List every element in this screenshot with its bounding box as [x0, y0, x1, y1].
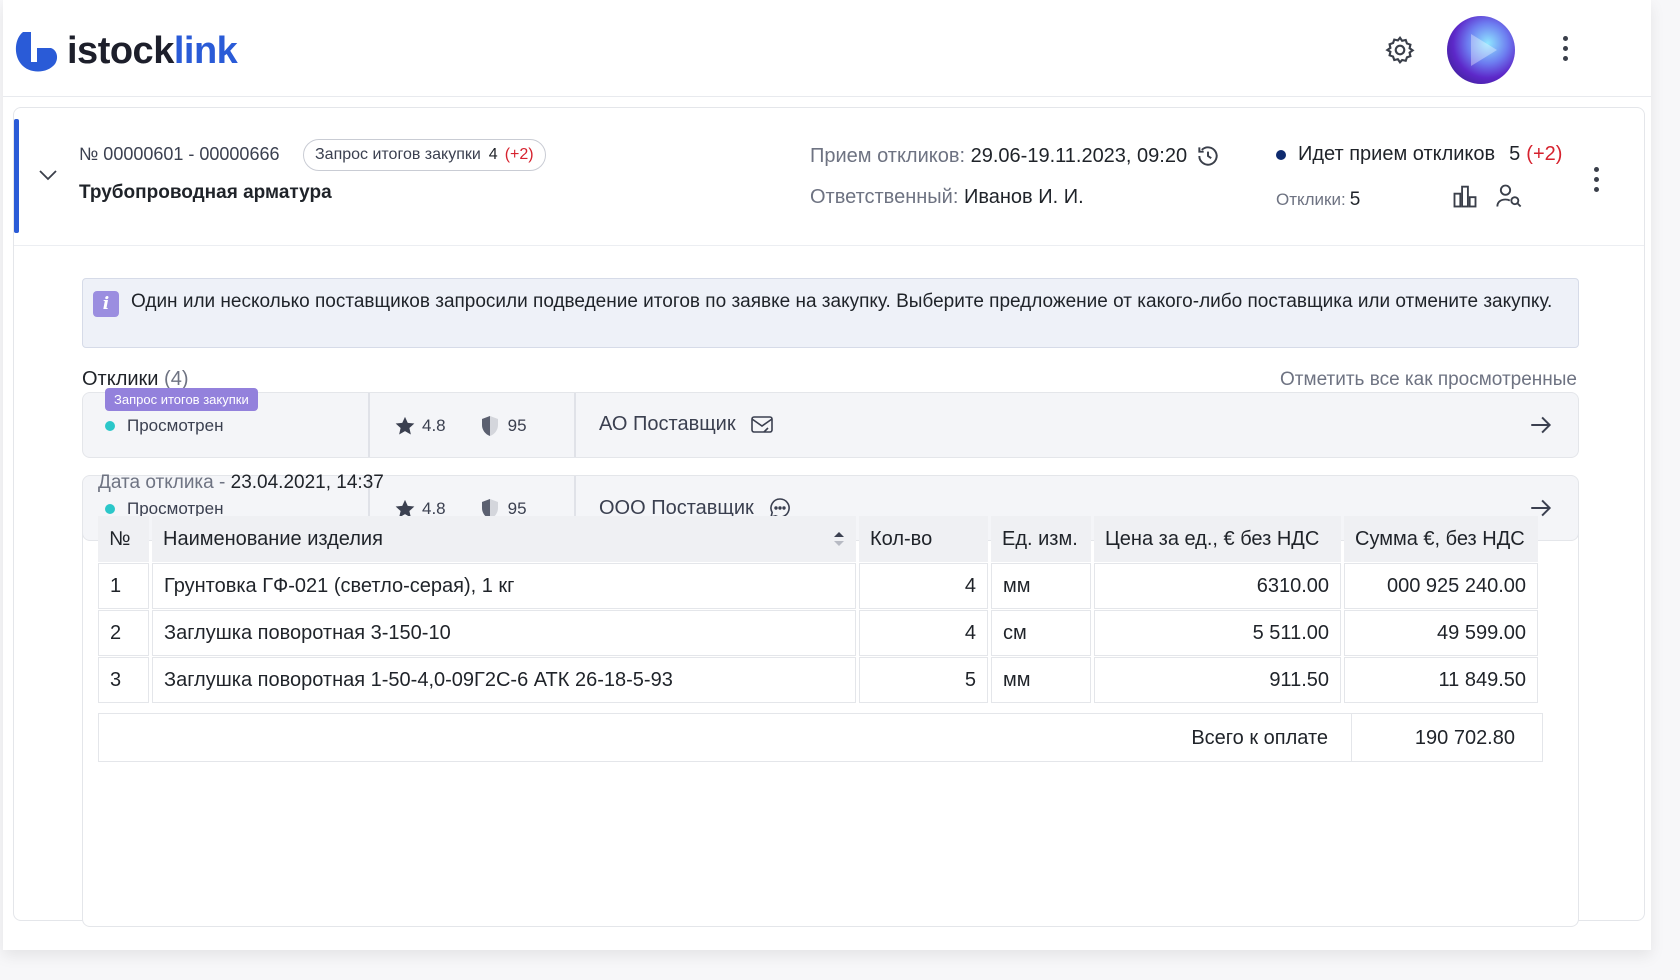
column-header-name-label: Наименование изделия	[163, 527, 383, 550]
total-value: 190 702.80	[1414, 727, 1515, 749]
accept-value: 29.06-19.11.2023, 09:20	[970, 144, 1188, 167]
badge-count: 4	[488, 146, 498, 163]
cell-qty: 4	[859, 610, 988, 656]
table-header-row: № Наименование изделия Кол-во Ед. изм. Ц…	[98, 516, 1538, 562]
table-total-row: Всего к оплате 190 702.80	[98, 713, 1543, 762]
supplier: АО Поставщик	[599, 413, 774, 436]
badge-delta: (+2)	[504, 146, 534, 163]
cell-number: 3	[98, 657, 149, 703]
request-title: Трубопроводная арматура	[79, 182, 332, 203]
column-header-name[interactable]: Наименование изделия	[152, 516, 856, 562]
summary-request-tag: Запрос итогов закупки	[105, 388, 258, 411]
status-delta: (+2)	[1526, 143, 1563, 165]
top-bar: istocklink	[3, 0, 1651, 97]
response-status: Просмотрен	[105, 416, 223, 436]
accept-period: Прием откликов: 29.06-19.11.2023, 09:20	[810, 143, 1221, 169]
cell-unit: см	[991, 610, 1091, 656]
column-header-sum: Сумма €, без НДС	[1344, 516, 1538, 562]
table-row: 3 Заглушка поворотная 1-50-4,0-09Г2С-6 А…	[98, 657, 1538, 703]
mark-all-viewed-link[interactable]: Отметить все как просмотренные	[1280, 369, 1577, 391]
cell-unit: мм	[991, 563, 1091, 609]
cell-unit: мм	[991, 657, 1091, 703]
summary-request-badge[interactable]: Запрос итогов закупки 4 (+2)	[303, 139, 546, 171]
logo-wordmark: istocklink	[67, 29, 238, 72]
request-card: № 00000601 - 00000666 Запрос итогов заку…	[13, 107, 1645, 927]
more-vertical-icon[interactable]	[1559, 36, 1571, 66]
column-header-number: №	[98, 516, 149, 562]
logo-mark-icon	[15, 32, 58, 72]
response-row[interactable]: Запрос итогов закупки Просмотрен 4.8 95 …	[82, 388, 1579, 458]
responsible: Ответственный: Иванов И. И.	[810, 186, 1084, 209]
sort-icon[interactable]	[833, 531, 845, 547]
history-icon[interactable]	[1195, 143, 1221, 169]
status-dot	[105, 504, 115, 514]
chevron-down-icon[interactable]	[36, 163, 60, 187]
cell-number: 1	[98, 563, 149, 609]
responses-value: 5	[1349, 189, 1361, 210]
cell-qty: 5	[859, 657, 988, 703]
info-icon: i	[93, 291, 119, 317]
cell-sum: 49 599.00	[1344, 610, 1538, 656]
responses-label: Отклики:	[1276, 190, 1346, 209]
status-count: 5	[1509, 143, 1521, 165]
shield-icon	[481, 416, 498, 436]
user-search-icon[interactable]	[1495, 182, 1523, 210]
cell-name: Заглушка поворотная 3-150-10	[152, 610, 856, 656]
star-icon	[395, 416, 415, 435]
status-label: Идет прием откликов	[1298, 143, 1496, 165]
status-dot	[105, 421, 115, 431]
score-value: 95	[507, 416, 527, 435]
cell-price: 6310.00	[1094, 563, 1341, 609]
responses-heading-count: (4)	[164, 368, 189, 390]
avatar[interactable]	[1447, 16, 1515, 84]
cell-sum: 11 849.50	[1344, 657, 1538, 703]
table-row: 2 Заглушка поворотная 3-150-10 4 см 5 51…	[98, 610, 1538, 656]
info-banner-text: Один или несколько поставщиков запросили…	[131, 291, 1553, 312]
cell-sum: 000 925 240.00	[1344, 563, 1538, 609]
rating-value: 4.8	[422, 416, 446, 435]
request-number: № 00000601 - 00000666	[79, 144, 280, 164]
status-dot	[1276, 149, 1286, 160]
app-window: istocklink № 00000601 - 00000666 Запрос …	[3, 0, 1651, 950]
accept-label: Прием откликов:	[810, 144, 966, 167]
cell-name: Грунтовка ГФ-021 (светло-серая), 1 кг	[152, 563, 856, 609]
card-accent-bar	[14, 119, 19, 233]
cell-name: Заглушка поворотная 1-50-4,0-09Г2С-6 АТК…	[152, 657, 856, 703]
column-header-price: Цена за ед., € без НДС	[1094, 516, 1341, 562]
column-header-unit: Ед. изм.	[991, 516, 1091, 562]
arrow-right-icon[interactable]	[1528, 412, 1554, 438]
table-row: 1 Грунтовка ГФ-021 (светло-серая), 1 кг …	[98, 563, 1538, 609]
column-header-qty: Кол-во	[859, 516, 988, 562]
logo[interactable]: istocklink	[13, 26, 238, 76]
status: Идет прием откликов 5 (+2)	[1276, 143, 1562, 166]
response-date-value: 23.04.2021, 14:37	[230, 472, 384, 493]
compare-chart-icon[interactable]	[1451, 182, 1479, 210]
more-vertical-icon[interactable]	[1590, 167, 1602, 197]
total-label: Всего к оплате	[1191, 727, 1328, 749]
cell-price: 5 511.00	[1094, 610, 1341, 656]
rating: 4.8 95	[394, 415, 527, 437]
cell-price: 911.50	[1094, 657, 1341, 703]
gear-icon[interactable]	[1384, 34, 1416, 66]
mail-icon[interactable]	[750, 414, 774, 436]
responsible-value: Иванов И. И.	[963, 186, 1084, 208]
responses-count: Отклики: 5	[1276, 189, 1360, 211]
response-rating-cell: 4.8 95	[372, 393, 576, 457]
info-banner: i Один или несколько поставщиков запроси…	[82, 278, 1579, 348]
response-status-label: Просмотрен	[127, 416, 224, 435]
request-card-header: № 00000601 - 00000666 Запрос итогов заку…	[14, 108, 1644, 246]
supplier-name: АО Поставщик	[599, 413, 736, 435]
cell-qty: 4	[859, 563, 988, 609]
response-date: Дата отклика - 23.04.2021, 14:37	[98, 472, 384, 494]
badge-label: Запрос итогов закупки	[315, 146, 481, 163]
cell-number: 2	[98, 610, 149, 656]
response-status-cell: Запрос итогов закупки Просмотрен	[83, 388, 370, 457]
responses-title: Отклики	[82, 368, 159, 390]
response-date-label: Дата отклика -	[98, 472, 226, 493]
responsible-label: Ответственный:	[810, 186, 959, 208]
